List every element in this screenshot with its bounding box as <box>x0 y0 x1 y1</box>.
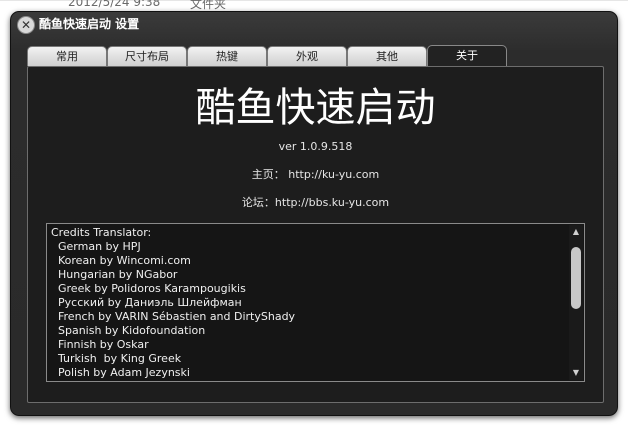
version-text: ver 1.0.9.518 <box>278 140 353 153</box>
list-item: Finnish by Oskar <box>58 338 149 351</box>
tab-other[interactable]: 其他 <box>347 46 427 66</box>
list-item: German by HPJ <box>58 240 141 253</box>
credits-header: Credits Translator: <box>51 226 152 239</box>
about-panel: 酷鱼快速启动 ver 1.0.9.518 主页： http://ku-yu.co… <box>27 66 604 403</box>
list-item: Korean by Wincomi.com <box>58 254 191 267</box>
forum-text: 论坛：http://bbs.ku-yu.com <box>241 196 390 209</box>
window-title: 酷鱼快速启动 设置 <box>39 17 140 31</box>
scrollbar-thumb[interactable] <box>571 247 581 309</box>
app-name-heading: 酷鱼快速启动 <box>195 85 436 131</box>
close-icon[interactable]: ✕ <box>17 16 35 34</box>
list-item: Spanish by Kidofoundation <box>58 324 206 337</box>
credits-listbox[interactable]: Credits Translator: German by HPJ Korean… <box>46 223 585 382</box>
list-item: Hungarian by NGabor <box>58 268 178 281</box>
tab-size-layout[interactable]: 尺寸布局 <box>107 46 187 66</box>
list-item: Русский by Даниэль Шлейфман <box>58 296 242 309</box>
scroll-up-icon[interactable]: ▲ <box>569 225 583 239</box>
list-item: Turkish by King Greek <box>58 352 182 365</box>
homepage-text: 主页： http://ku-yu.com <box>251 168 380 181</box>
list-item: French by VARIN Sébastien and DirtyShady <box>58 310 296 323</box>
background-date-text: 2012/5/24 9:38 <box>68 0 161 9</box>
list-item: Polish by Adam Jezynski <box>58 366 190 379</box>
tab-general[interactable]: 常用 <box>27 46 107 66</box>
tab-hotkeys[interactable]: 热键 <box>187 46 267 66</box>
tab-appearance[interactable]: 外观 <box>267 46 347 66</box>
credits-scrollbar[interactable]: ▲ ▼ <box>569 225 583 380</box>
settings-window: ✕ 酷鱼快速启动 设置 常用 尺寸布局 热键 外观 其他 关于 酷鱼快速启动 v… <box>10 11 618 416</box>
credits-list: Credits Translator: German by HPJ Korean… <box>51 226 566 381</box>
scroll-down-icon[interactable]: ▼ <box>569 366 583 380</box>
tab-about[interactable]: 关于 <box>427 45 507 67</box>
list-item: Greek by Polidoros Karampougikis <box>58 282 246 295</box>
